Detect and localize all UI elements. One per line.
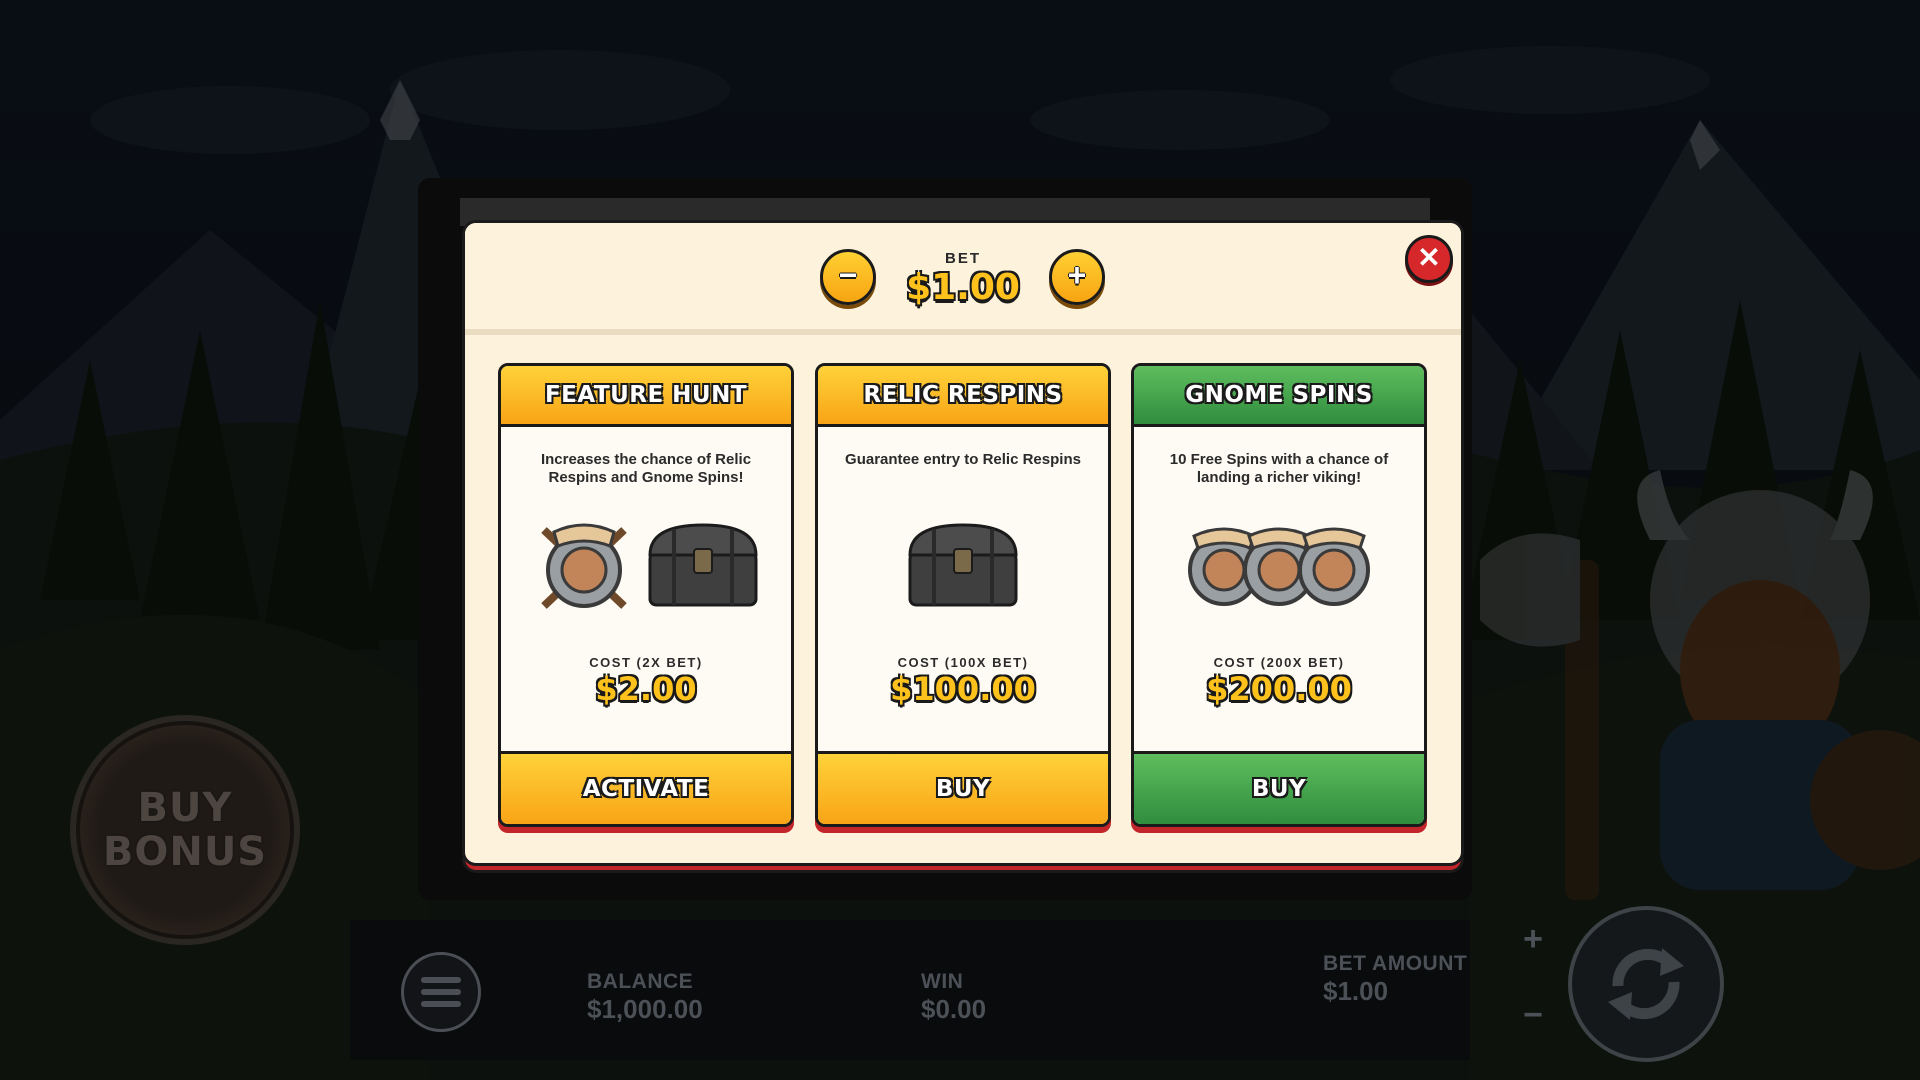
menu-button[interactable]	[401, 952, 481, 1032]
spin-button[interactable]	[1568, 906, 1724, 1062]
treasure-chest-icon	[908, 523, 1018, 607]
buy-button-label: BUY	[935, 776, 991, 802]
card-artwork	[501, 489, 791, 639]
hud-bar	[350, 920, 1470, 1060]
hamburger-icon	[421, 971, 461, 1013]
bet-amount-label: BET AMOUNT	[1323, 952, 1468, 975]
buy-bonus-line1: BUY	[137, 785, 233, 831]
close-button[interactable]: ✕	[1405, 235, 1453, 283]
triple-scatter-shield-icon	[1188, 527, 1370, 606]
card-title: RELIC RESPINS	[863, 382, 1063, 408]
bet-header: − BET $1.00 + ✕	[465, 223, 1461, 332]
win-label: WIN	[921, 970, 964, 993]
feature-card-relic-respins: RELIC RESPINS Guarantee entry to Relic R…	[815, 363, 1111, 827]
spin-arrows-icon	[1608, 948, 1684, 1020]
card-artwork	[818, 489, 1108, 639]
treasure-chest-icon	[648, 523, 758, 607]
buy-relic-respins-button[interactable]: BUY	[818, 751, 1108, 824]
bet-increase-modal-button[interactable]: +	[1049, 249, 1105, 305]
card-header: FEATURE HUNT	[501, 366, 791, 427]
win-value: $0.00	[921, 994, 987, 1024]
scatter-shield-icon	[541, 523, 627, 609]
buy-button-label: BUY	[1251, 776, 1307, 802]
activate-button[interactable]: ACTIVATE	[501, 751, 791, 824]
bet-amount-value: $1.00	[1323, 976, 1389, 1006]
card-title: FEATURE HUNT	[544, 382, 748, 408]
feature-card-gnome-spins: GNOME SPINS 10 Free Spins with a chance …	[1131, 363, 1427, 827]
cost-value: $2.00	[595, 670, 697, 708]
feature-card-feature-hunt: FEATURE HUNT Increases the chance of Rel…	[498, 363, 794, 827]
card-header: GNOME SPINS	[1134, 366, 1424, 427]
balance-label: BALANCE	[587, 970, 694, 993]
card-header: RELIC RESPINS	[818, 366, 1108, 427]
card-description: 10 Free Spins with a chance of landing a…	[1169, 451, 1389, 486]
bet-increase-button[interactable]: +	[1513, 920, 1553, 959]
bet-decrease-button[interactable]: −	[1513, 996, 1553, 1035]
buy-bonus-line2: BONUS	[102, 829, 268, 875]
bet-label: BET	[945, 250, 981, 267]
cost-label: COST (200X BET)	[1213, 655, 1345, 670]
cost-value: $200.00	[1206, 670, 1352, 708]
card-description: Guarantee entry to Relic Respins	[845, 451, 1081, 468]
buy-gnome-spins-button[interactable]: BUY	[1134, 751, 1424, 824]
card-title: GNOME SPINS	[1185, 382, 1373, 408]
balance-value: $1,000.00	[587, 994, 703, 1024]
buy-feature-modal: − BET $1.00 + ✕ FEATURE HUNT Increases t…	[462, 220, 1464, 866]
bet-value: $1.00	[906, 267, 1020, 308]
buy-bonus-button[interactable]: BUY BONUS	[70, 715, 300, 945]
card-description: Increases the chance of Relic Respins an…	[540, 451, 752, 486]
cost-label: COST (100X BET)	[897, 655, 1029, 670]
header-shade	[465, 329, 1461, 335]
cost-value: $100.00	[890, 670, 1036, 708]
activate-button-label: ACTIVATE	[582, 776, 710, 802]
cost-label: COST (2X BET)	[589, 655, 703, 670]
card-artwork	[1134, 489, 1424, 639]
